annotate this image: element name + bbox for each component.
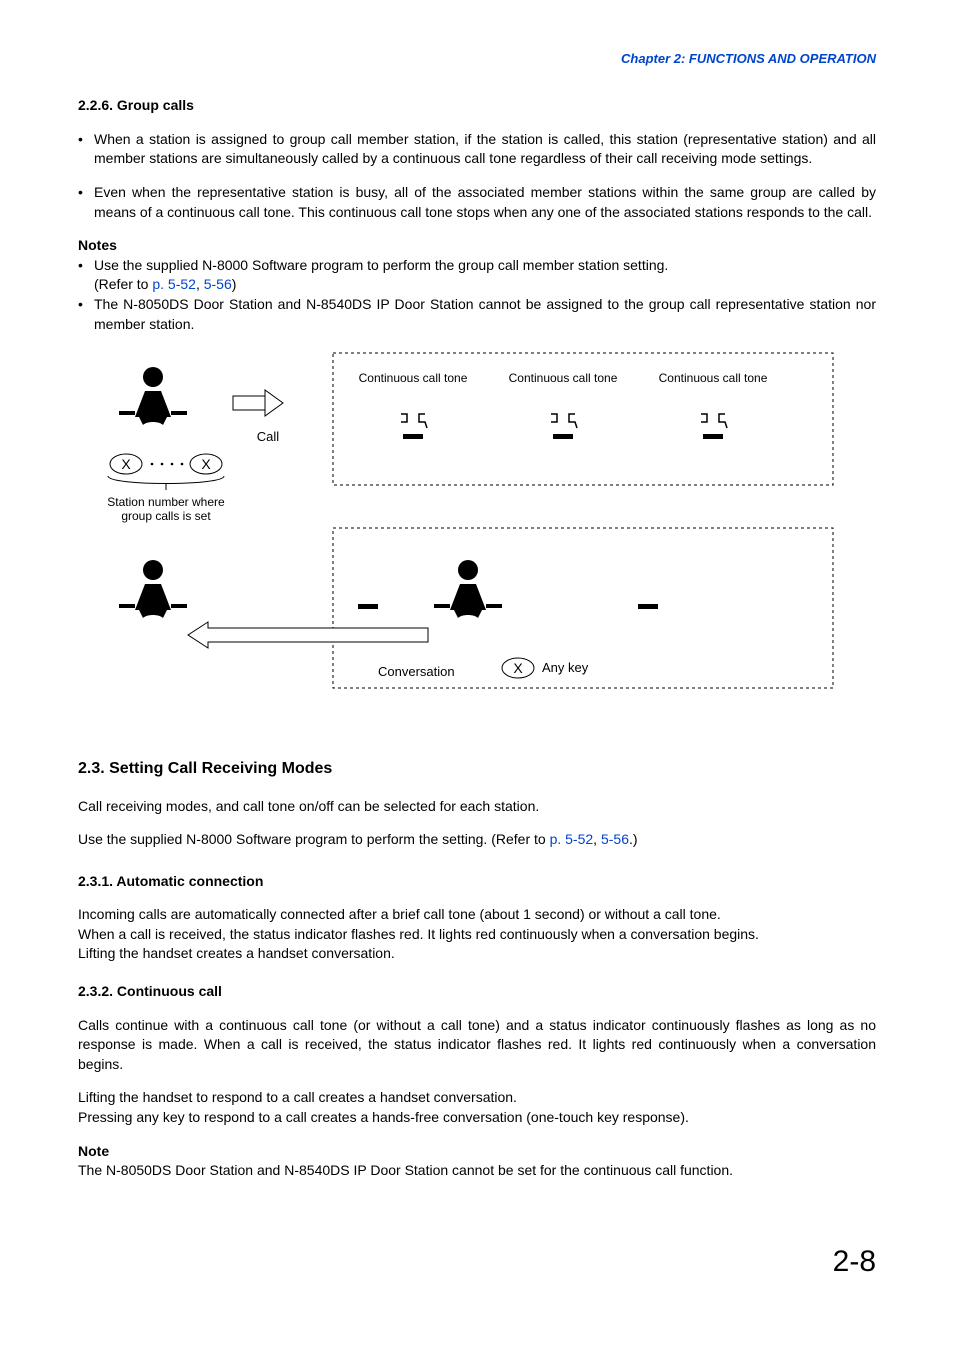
station-caption-l2: group calls is set	[121, 509, 211, 523]
note1-text: Use the supplied N-8000 Software program…	[94, 257, 668, 273]
bullet-marker: •	[78, 256, 94, 295]
sep: ,	[593, 831, 601, 847]
bullet-marker: •	[78, 183, 94, 222]
page-link[interactable]: 5-56	[601, 831, 629, 847]
page-link[interactable]: 5-56	[204, 276, 232, 292]
note-text: The N-8050DS Door Station and N-8540DS I…	[78, 1161, 876, 1181]
paragraph: Incoming calls are automatically connect…	[78, 905, 876, 925]
paragraph: Use the supplied N-8000 Software program…	[78, 830, 876, 850]
page-link[interactable]: p. 5-52	[550, 831, 594, 847]
page-link[interactable]: p. 5-52	[152, 276, 196, 292]
chapter-header: Chapter 2: FUNCTIONS AND OPERATION	[78, 50, 876, 68]
text: .)	[629, 831, 638, 847]
note-item: • Use the supplied N-8000 Software progr…	[78, 256, 876, 295]
note-text: The N-8050DS Door Station and N-8540DS I…	[94, 295, 876, 334]
cct-label: Continuous call tone	[659, 371, 768, 385]
group-call-diagram: Call X X Station number where group call…	[78, 348, 838, 728]
bullet-text: When a station is assigned to group call…	[94, 130, 876, 169]
cct-label: Continuous call tone	[359, 371, 468, 385]
bullet-item: • Even when the representative station i…	[78, 183, 876, 222]
note-text: Use the supplied N-8000 Software program…	[94, 256, 876, 295]
station-caption-l1: Station number where	[107, 495, 225, 509]
heading-2-3: 2.3. Setting Call Receiving Modes	[78, 758, 876, 780]
bullet-marker: •	[78, 295, 94, 334]
paragraph: Pressing any key to respond to a call cr…	[78, 1108, 876, 1128]
paragraph: Calls continue with a continuous call to…	[78, 1016, 876, 1075]
paragraph: Lifting the handset creates a handset co…	[78, 944, 876, 964]
heading-2-2-6: 2.2.6. Group calls	[78, 96, 876, 116]
bullet-marker: •	[78, 130, 94, 169]
bullet-item: • When a station is assigned to group ca…	[78, 130, 876, 169]
x-key: X	[201, 456, 211, 472]
note-heading: Note	[78, 1142, 876, 1162]
paragraph: Lifting the handset to respond to a call…	[78, 1088, 876, 1108]
note-item: • The N-8050DS Door Station and N-8540DS…	[78, 295, 876, 334]
bullet-text: Even when the representative station is …	[94, 183, 876, 222]
conversation-label: Conversation	[378, 664, 455, 679]
x-key: X	[121, 456, 131, 472]
call-label: Call	[257, 429, 280, 444]
x-key: X	[513, 660, 523, 676]
paragraph: Call receiving modes, and call tone on/o…	[78, 797, 876, 817]
refer-pre: (Refer to	[94, 276, 152, 292]
paragraph: When a call is received, the status indi…	[78, 925, 876, 945]
refer-post: )	[232, 276, 237, 292]
sep: ,	[196, 276, 204, 292]
heading-2-3-2: 2.3.2. Continuous call	[78, 982, 876, 1002]
page-number: 2-8	[78, 1241, 876, 1283]
text: Use the supplied N-8000 Software program…	[78, 831, 550, 847]
cct-label: Continuous call tone	[509, 371, 618, 385]
any-key-label: Any key	[542, 660, 589, 675]
notes-heading: Notes	[78, 236, 876, 256]
heading-2-3-1: 2.3.1. Automatic connection	[78, 872, 876, 892]
